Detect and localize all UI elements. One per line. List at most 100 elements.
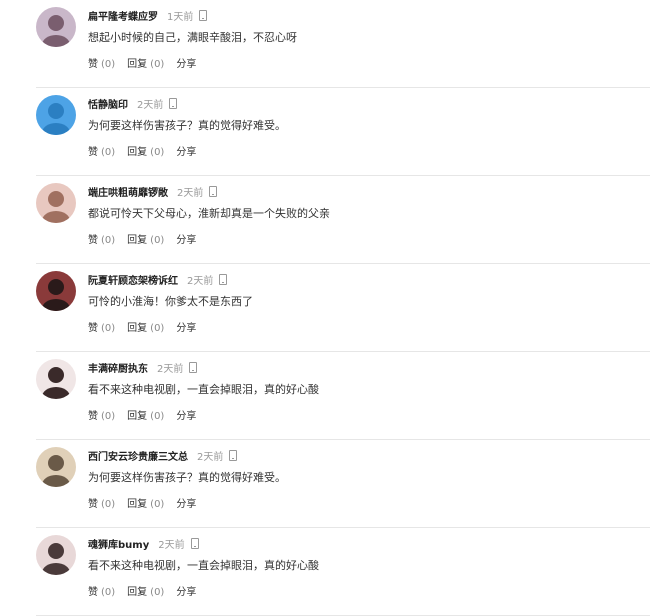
- like-label: 赞: [88, 411, 98, 422]
- reply-label: 回复: [127, 323, 148, 334]
- comment-username[interactable]: 西门安云珍贵廉三文总: [88, 452, 188, 463]
- like-button[interactable]: 赞 (0): [88, 235, 115, 246]
- comment-meta: 扁平隆考蝶应罗 1天前: [88, 5, 208, 23]
- reply-label: 回复: [127, 587, 148, 598]
- reply-label: 回复: [127, 59, 148, 70]
- reply-button[interactable]: 回复 (0): [127, 59, 164, 70]
- comment-item: 扁平隆考蝶应罗 1天前 想起小时候的自己，满眼辛酸泪，不忍心呀 赞 (0) 回复 (0)…: [0, 0, 650, 88]
- comment-text: 为何要这样伤害孩子？真的觉得好难受。: [88, 119, 286, 132]
- like-button[interactable]: 赞 (0): [88, 411, 115, 422]
- comment-actions: 赞 (0) 回复 (0) 分享: [88, 231, 196, 246]
- avatar-head: [48, 279, 64, 295]
- comment-username[interactable]: 阮夏轩顾恋架榜诉红: [88, 276, 178, 287]
- share-button[interactable]: 分享: [176, 587, 196, 598]
- like-label: 赞: [88, 499, 98, 510]
- avatar-head: [48, 103, 64, 119]
- comment-item: 魂狮库bumy 2天前 看不来这种电视剧，一直会掉眼泪，真的好心酸 赞 (0) 回复(…: [0, 528, 650, 616]
- comment-text: 都说可怜天下父母心，淮新却真是一个失败的父亲: [88, 207, 330, 220]
- avatar-image: [36, 271, 76, 311]
- comment-username[interactable]: 丰满碎厨执东: [88, 364, 148, 375]
- mobile-phone-icon: [219, 274, 228, 285]
- comment-text: 看不来这种电视剧，一直会掉眼泪，真的好心酸: [88, 559, 319, 572]
- like-button[interactable]: 赞 (0): [88, 147, 115, 158]
- avatar-image: [36, 183, 76, 223]
- like-button[interactable]: 赞 (0): [88, 499, 115, 510]
- comment-text: 看不来这种电视剧，一直会掉眼泪，真的好心酸: [88, 383, 319, 396]
- comment-item: 丰满碎厨执东 2天前 看不来这种电视剧，一直会掉眼泪，真的好心酸 赞 (0) 回复 (0…: [0, 352, 650, 440]
- like-button[interactable]: 赞 (0): [88, 587, 115, 598]
- reply-button[interactable]: 回复 (0): [127, 235, 164, 246]
- mobile-phone-icon: [199, 10, 208, 21]
- like-label: 赞: [88, 587, 98, 598]
- reply-count: (0): [150, 59, 165, 70]
- reply-button[interactable]: 回复 (0): [127, 411, 164, 422]
- comment-item: 阮夏轩顾恋架榜诉红 2天前 可怜的小淮海！你爹太不是东西了 赞 (0) 回复 (0) 分享: [0, 264, 650, 352]
- share-button[interactable]: 分享: [176, 323, 196, 334]
- avatar-head: [48, 367, 64, 383]
- avatar-image: [36, 447, 76, 487]
- comment-username[interactable]: 扁平隆考蝶应罗: [88, 12, 158, 23]
- avatar[interactable]: [36, 7, 76, 47]
- reply-count: (0): [150, 235, 165, 246]
- reply-button[interactable]: 回复 (0): [127, 147, 164, 158]
- avatar[interactable]: [36, 535, 76, 575]
- share-button[interactable]: 分享: [176, 411, 196, 422]
- comment-text: 想起小时候的自己，满眼辛酸泪，不忍心呀: [88, 31, 297, 44]
- share-button[interactable]: 分享: [176, 235, 196, 246]
- comment-time: 2天前: [197, 452, 224, 463]
- comment-time: 2天前: [158, 540, 185, 551]
- avatar-image: [36, 7, 76, 47]
- avatar-image: [36, 359, 76, 399]
- reply-count: (0): [150, 411, 165, 422]
- comment-username[interactable]: 端庄哄粗萌靡锣敞: [88, 188, 168, 199]
- like-count: (0): [101, 587, 116, 598]
- comment-actions: 赞 (0) 回复 (0) 分享: [88, 55, 196, 70]
- comment-meta: 恬静脑印 2天前: [88, 93, 178, 111]
- reply-button[interactable]: 回复 (0): [127, 587, 164, 598]
- mobile-phone-icon: [229, 450, 238, 461]
- comment-time: 2天前: [177, 188, 204, 199]
- reply-count: (0): [150, 323, 165, 334]
- share-button[interactable]: 分享: [176, 499, 196, 510]
- avatar-head: [48, 15, 64, 31]
- comment-time: 1天前: [167, 12, 194, 23]
- avatar[interactable]: [36, 359, 76, 399]
- like-count: (0): [101, 411, 116, 422]
- comment-time: 2天前: [157, 364, 184, 375]
- like-label: 赞: [88, 235, 98, 246]
- reply-button[interactable]: 回复 (0): [127, 499, 164, 510]
- comment-actions: 赞 (0) 回复 (0) 分享: [88, 583, 196, 598]
- avatar[interactable]: [36, 183, 76, 223]
- comment-meta: 西门安云珍贵廉三文总 2天前: [88, 445, 238, 463]
- comment-meta: 丰满碎厨执东 2天前: [88, 357, 198, 375]
- avatar-head: [48, 191, 64, 207]
- avatar[interactable]: [36, 95, 76, 135]
- like-button[interactable]: 赞 (0): [88, 323, 115, 334]
- like-button[interactable]: 赞 (0): [88, 59, 115, 70]
- like-count: (0): [101, 235, 116, 246]
- share-button[interactable]: 分享: [176, 147, 196, 158]
- comment-meta: 魂狮库bumy 2天前: [88, 533, 199, 551]
- reply-button[interactable]: 回复 (0): [127, 323, 164, 334]
- like-label: 赞: [88, 147, 98, 158]
- comment-actions: 赞 (0) 回复 (0) 分享: [88, 495, 196, 510]
- comment-text: 为何要这样伤害孩子？真的觉得好难受。: [88, 471, 286, 484]
- mobile-phone-icon: [189, 362, 198, 373]
- comment-item: 端庄哄粗萌靡锣敞 2天前 都说可怜天下父母心，淮新却真是一个失败的父亲 赞 (0) 回…: [0, 176, 650, 264]
- like-count: (0): [101, 59, 116, 70]
- share-button[interactable]: 分享: [176, 59, 196, 70]
- comment-meta: 阮夏轩顾恋架榜诉红 2天前: [88, 269, 228, 287]
- comment-username[interactable]: 魂狮库bumy: [88, 540, 149, 551]
- reply-label: 回复: [127, 235, 148, 246]
- avatar[interactable]: [36, 271, 76, 311]
- comment-actions: 赞 (0) 回复 (0) 分享: [88, 143, 196, 158]
- mobile-phone-icon: [190, 538, 199, 549]
- avatar[interactable]: [36, 447, 76, 487]
- reply-count: (0): [150, 499, 165, 510]
- like-count: (0): [101, 499, 116, 510]
- comment-username[interactable]: 恬静脑印: [88, 100, 128, 111]
- reply-label: 回复: [127, 499, 148, 510]
- mobile-phone-icon: [209, 186, 218, 197]
- like-label: 赞: [88, 323, 98, 334]
- reply-label: 回复: [127, 147, 148, 158]
